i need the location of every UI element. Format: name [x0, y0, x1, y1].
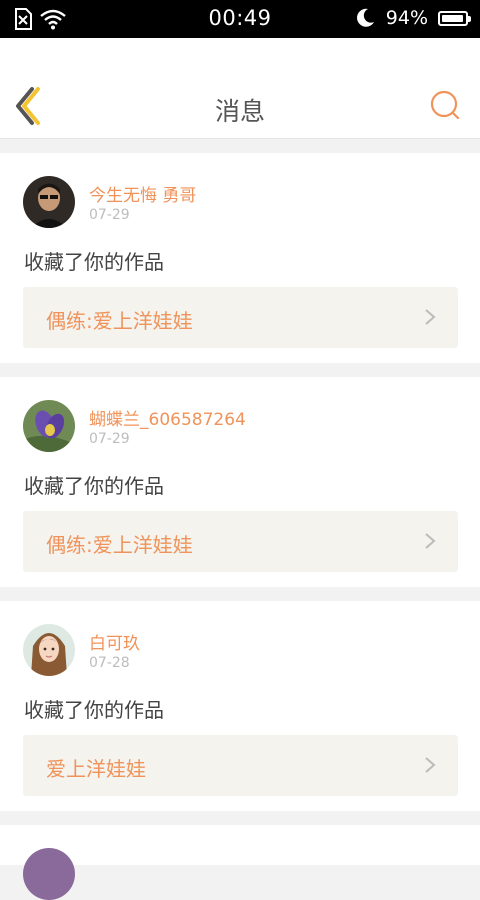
message-card: 蝴蝶兰_606587264 07-29 收藏了你的作品 偶练:爱上洋娃娃: [0, 377, 480, 587]
user-avatar-image: [23, 848, 75, 900]
work-link[interactable]: 偶练:爱上洋娃娃: [23, 511, 458, 572]
user-avatar-image: [23, 176, 75, 228]
message-date: 07-29: [89, 431, 130, 447]
work-title: 偶练:爱上洋娃娃: [46, 533, 193, 557]
chevron-right-icon: [425, 309, 436, 325]
message-action: 收藏了你的作品: [24, 250, 164, 274]
work-title: 偶练:爱上洋娃娃: [46, 309, 193, 333]
work-link[interactable]: 爱上洋娃娃: [23, 735, 458, 796]
message-action: 收藏了你的作品: [24, 698, 164, 722]
header: 消息: [0, 38, 480, 139]
moon-icon: [356, 8, 374, 27]
chevron-right-icon: [425, 757, 436, 773]
username[interactable]: 白可玖: [89, 629, 140, 654]
chevron-right-icon: [425, 533, 436, 549]
status-bar: 00:49 94%: [0, 0, 480, 38]
avatar[interactable]: [23, 848, 75, 900]
user-avatar-image: [23, 624, 75, 676]
message-date: 07-28: [89, 655, 130, 671]
avatar[interactable]: [23, 400, 75, 452]
message-date: 07-29: [89, 207, 130, 223]
avatar[interactable]: [23, 624, 75, 676]
battery-percent: 94%: [385, 7, 428, 29]
search-icon: [430, 90, 460, 120]
message-card-partial: [0, 825, 480, 900]
work-title: 爱上洋娃娃: [46, 757, 146, 781]
avatar[interactable]: [23, 176, 75, 228]
battery-fill: [442, 14, 463, 22]
message-action: 收藏了你的作品: [24, 474, 164, 498]
message-list: 今生无悔 勇哥 07-29 收藏了你的作品 偶练:爱上洋娃娃 蝴蝶兰_60658…: [0, 153, 480, 900]
message-card: 今生无悔 勇哥 07-29 收藏了你的作品 偶练:爱上洋娃娃: [0, 153, 480, 363]
username[interactable]: 蝴蝶兰_606587264: [89, 405, 246, 430]
message-card: 白可玖 07-28 收藏了你的作品 爱上洋娃娃: [0, 601, 480, 811]
battery-icon: [438, 10, 471, 26]
search-button[interactable]: [430, 90, 460, 120]
work-link[interactable]: 偶练:爱上洋娃娃: [23, 287, 458, 348]
user-avatar-image: [23, 400, 75, 452]
page-title: 消息: [214, 97, 265, 126]
username[interactable]: 今生无悔 勇哥: [89, 181, 196, 206]
status-right: 94%: [354, 7, 471, 29]
